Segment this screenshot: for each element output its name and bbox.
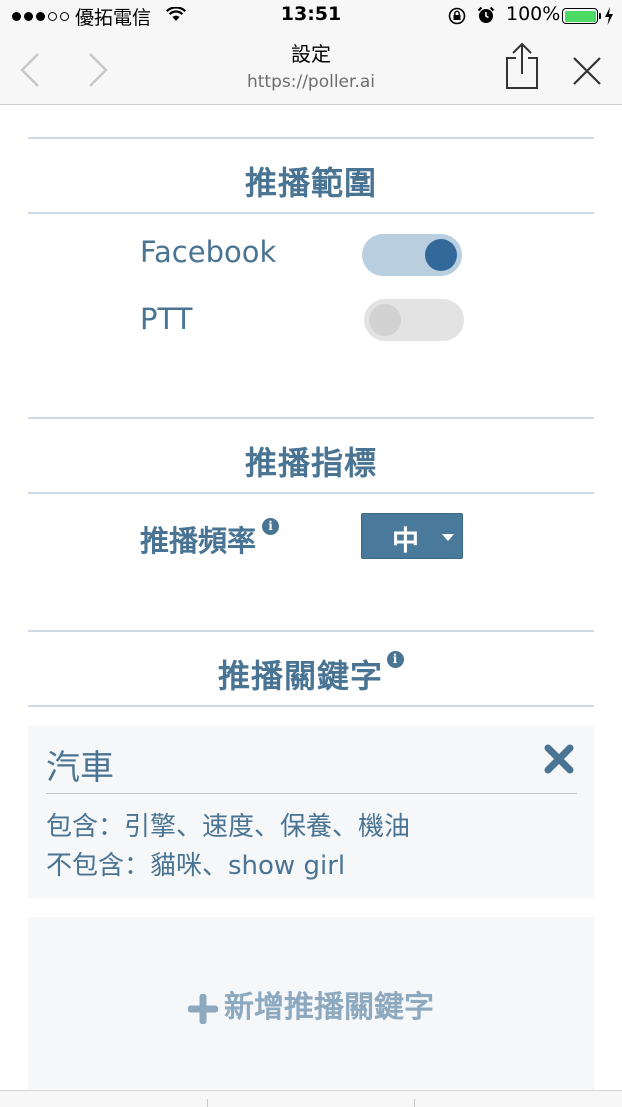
keyword-card[interactable]: 汽車 包含：引擎、速度、保養、機油 不包含：貓咪、show girl (28, 726, 594, 898)
divider (28, 492, 594, 494)
bottom-toolbar (0, 1090, 622, 1107)
info-icon[interactable]: i (387, 651, 404, 668)
section-title-keyword-text: 推播關鍵字 (217, 657, 383, 695)
frequency-label: 推播頻率 i (140, 518, 280, 560)
add-keyword-label: 新增推播關鍵字 (224, 990, 434, 1025)
status-bar: 優拓電信 13:51 100% (0, 0, 622, 32)
facebook-label: Facebook (140, 235, 277, 269)
divider (28, 417, 594, 419)
divider (28, 705, 594, 707)
charging-icon (605, 7, 613, 25)
battery-percentage: 100% (506, 3, 561, 25)
ptt-toggle[interactable] (364, 299, 464, 341)
ptt-label: PTT (140, 302, 193, 336)
close-icon[interactable] (571, 55, 603, 87)
alarm-icon (477, 6, 495, 23)
keyword-include: 包含：引擎、速度、保養、機油 (46, 812, 411, 842)
remove-keyword-icon[interactable] (542, 742, 576, 776)
battery-tip (599, 13, 601, 19)
plus-icon (188, 993, 218, 1024)
keyword-exclude: 不包含：貓咪、show girl (46, 851, 346, 881)
divider (28, 212, 594, 214)
section-title-range: 推播範圍 (244, 164, 377, 202)
card-divider (46, 793, 577, 794)
toggle-knob (425, 239, 457, 271)
orientation-lock-icon (448, 7, 466, 25)
facebook-toggle[interactable] (362, 234, 462, 276)
divider (28, 630, 594, 632)
frequency-select-value: 中 (392, 526, 419, 557)
browser-nav-bar: 設定 https://poller.ai (0, 32, 622, 105)
divider (28, 137, 594, 139)
info-icon[interactable]: i (262, 518, 280, 535)
chevron-down-icon (442, 534, 454, 541)
keyword-title: 汽車 (46, 748, 114, 788)
battery-icon (562, 8, 598, 24)
share-icon[interactable] (504, 42, 540, 90)
section-title-metric: 推播指標 (244, 444, 377, 482)
frequency-label-text: 推播頻率 (140, 524, 257, 558)
add-keyword-button[interactable]: 新增推播關鍵字 (28, 917, 594, 1092)
add-keyword-label-row: 新增推播關鍵字 (28, 982, 594, 1026)
frequency-select[interactable]: 中 (361, 513, 463, 559)
section-title-keyword: 推播關鍵字 i (0, 651, 622, 697)
toggle-knob (369, 304, 401, 336)
